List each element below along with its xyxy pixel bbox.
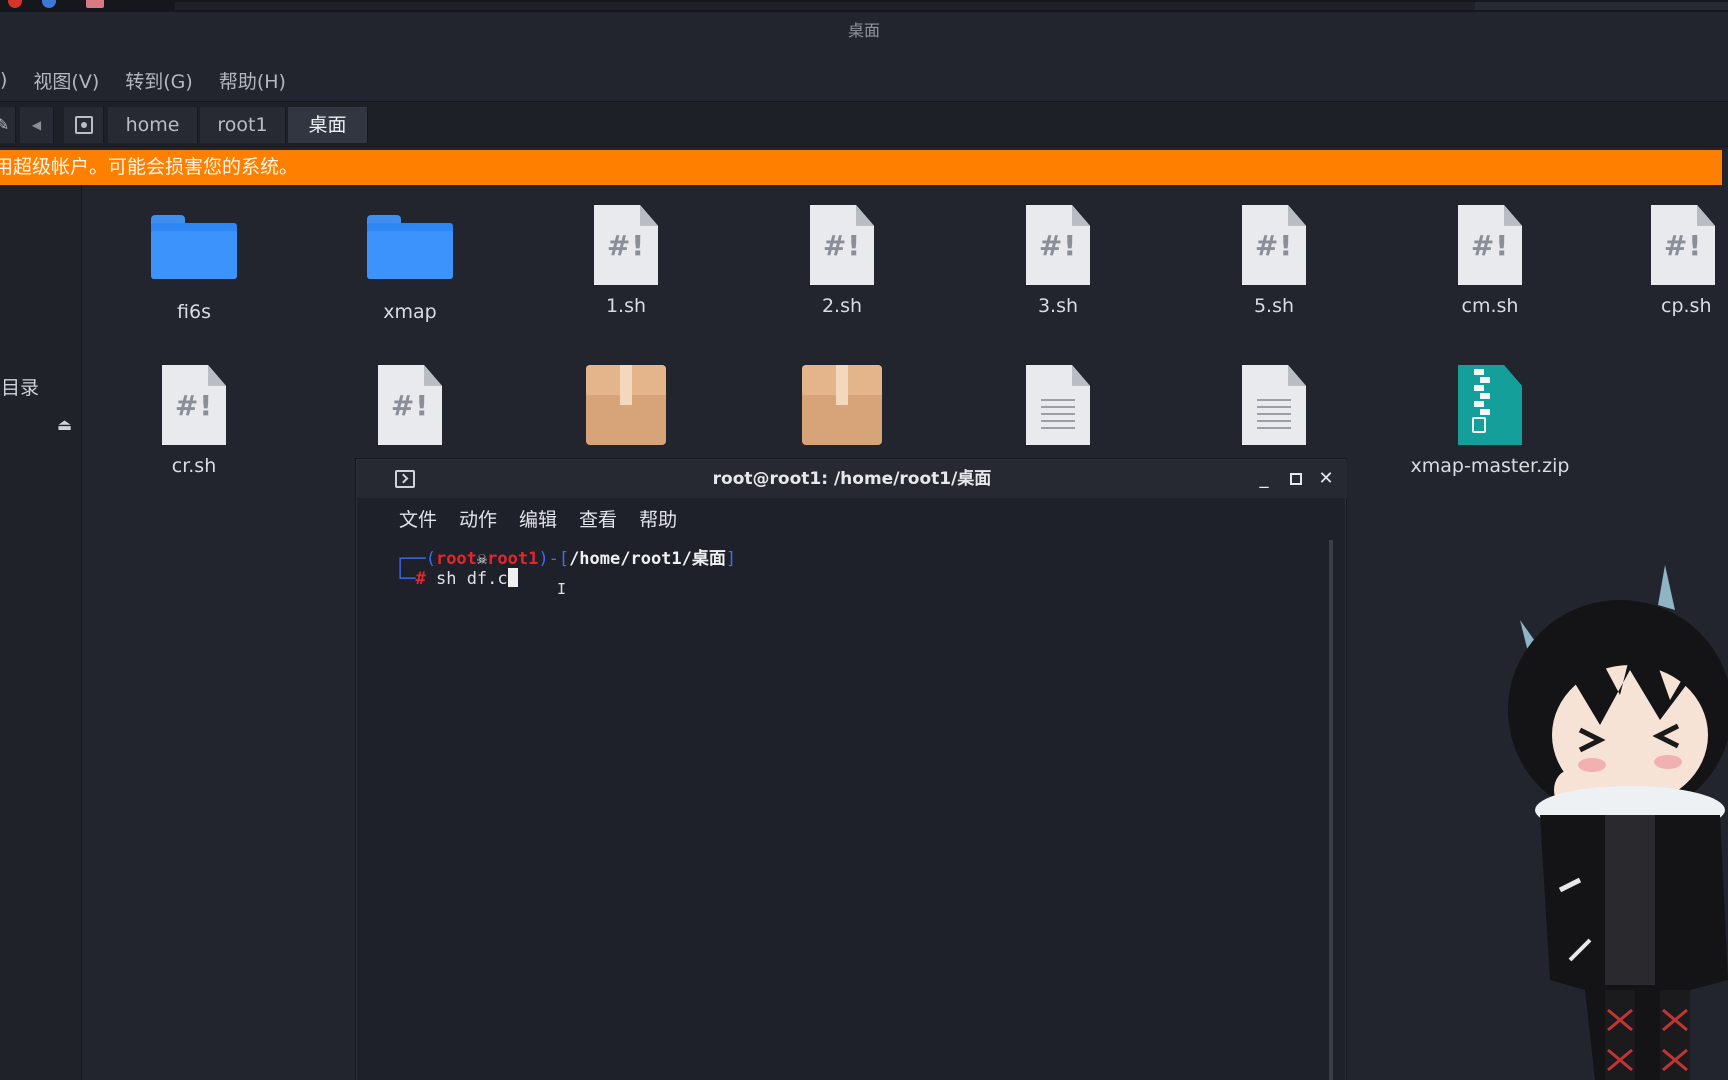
shell-script-icon: #! (594, 205, 658, 285)
folder-icon (367, 215, 453, 279)
app-dot-red-icon[interactable] (8, 0, 22, 8)
terminal-menu-action[interactable]: 动作 (459, 505, 497, 532)
file-item-2-sh[interactable]: #! 2.sh (747, 205, 937, 317)
shell-script-icon: #! (1242, 205, 1306, 285)
file-item-text-2[interactable] (1179, 365, 1369, 451)
package-icon (586, 365, 666, 445)
character-avatar-overlay (1508, 565, 1728, 1080)
file-item-text-1[interactable] (963, 365, 1153, 451)
window-title: 桌面 (847, 21, 880, 40)
path-segment-home[interactable]: home (108, 107, 198, 143)
skull-icon: ☠ (476, 549, 488, 569)
terminal-menu-bar: 文件 动作 编辑 查看 帮助 (357, 498, 1347, 538)
top-strip (0, 0, 1728, 12)
path-toggle-button[interactable]: ✎ (0, 107, 16, 143)
menu-help[interactable]: 帮助(H) (219, 67, 286, 94)
drive-icon[interactable] (64, 107, 104, 143)
minimize-icon[interactable]: _ (1253, 468, 1275, 490)
command-line[interactable]: └─# sh df.c (395, 568, 518, 589)
root-warning-banner: 用超级帐户。可能会损害您的系统。 (0, 150, 1722, 185)
path-segment-desktop[interactable]: 桌面 (288, 107, 368, 143)
prompt-host: root1 (487, 549, 539, 569)
shell-script-icon: #! (1651, 205, 1715, 285)
path-segment-root1[interactable]: root1 (200, 107, 286, 143)
back-button[interactable]: ◀ (20, 107, 54, 143)
sidebar: 根目录 ⏏ (0, 185, 82, 1080)
file-item-xmap[interactable]: xmap (315, 205, 505, 323)
shell-script-icon: #! (810, 205, 874, 285)
package-icon (802, 365, 882, 445)
shell-script-icon: #! (1026, 205, 1090, 285)
app-dot-blue-icon[interactable] (42, 0, 56, 8)
eject-icon[interactable]: ⏏ (57, 415, 72, 434)
zip-archive-icon (1458, 365, 1522, 445)
file-item-cp-sh[interactable]: #! cp.sh (1611, 205, 1728, 317)
menu-bar: ) 视图(V) 转到(G) 帮助(H) (0, 62, 286, 98)
app-dot-pink-icon[interactable] (86, 0, 104, 8)
file-item-cr-sh[interactable]: #! cr.sh (99, 365, 289, 477)
folder-icon (151, 215, 237, 279)
path-bar: ✎ ◀ home root1 桌面 (0, 101, 1728, 147)
close-icon[interactable]: ✕ (1315, 468, 1337, 490)
terminal-scrollbar[interactable] (1317, 540, 1345, 1080)
text-file-icon (1242, 365, 1306, 445)
file-item-df-sh[interactable]: #! (315, 365, 505, 455)
terminal-menu-help[interactable]: 帮助 (639, 505, 677, 532)
terminal-menu-edit[interactable]: 编辑 (519, 505, 557, 532)
menu-goto[interactable]: 转到(G) (125, 67, 193, 94)
file-item-1-sh[interactable]: #! 1.sh (531, 205, 721, 317)
terminal-window[interactable]: root@root1: /home/root1/桌面 _ ✕ 文件 动作 编辑 … (356, 459, 1347, 1080)
terminal-titlebar[interactable]: root@root1: /home/root1/桌面 _ ✕ (357, 460, 1347, 498)
menu-partial[interactable]: ) (0, 69, 7, 91)
taskbar-region (175, 2, 1475, 10)
text-cursor (507, 568, 518, 587)
prompt-user: root (435, 549, 477, 569)
file-item-archive-2[interactable] (747, 365, 937, 451)
menu-view[interactable]: 视图(V) (33, 67, 99, 94)
command-text: sh df.c (435, 569, 508, 589)
shell-script-icon: #! (1458, 205, 1522, 285)
sidebar-item-root[interactable]: 根目录 (0, 373, 39, 400)
file-item-xmap-master-zip[interactable]: xmap-master.zip (1395, 365, 1585, 477)
taskbar-region-right (1475, 2, 1728, 10)
file-item-fi6s[interactable]: fi6s (99, 205, 289, 323)
shell-script-icon: #! (162, 365, 226, 445)
prompt-path: /home/root1/桌面 (569, 549, 726, 569)
mouse-ibeam-icon: I (557, 580, 567, 598)
terminal-output[interactable]: ┌──(root☠root1)-[/home/root1/桌面] └─# sh … (357, 540, 1319, 1080)
maximize-icon[interactable] (1285, 468, 1307, 490)
shell-script-icon: #! (378, 365, 442, 445)
prompt-line: ┌──(root☠root1)-[/home/root1/桌面] (395, 549, 737, 569)
file-item-cm-sh[interactable]: #! cm.sh (1395, 205, 1585, 317)
terminal-menu-file[interactable]: 文件 (399, 505, 437, 532)
file-item-5-sh[interactable]: #! 5.sh (1179, 205, 1369, 317)
file-item-3-sh[interactable]: #! 3.sh (963, 205, 1153, 317)
file-item-archive-1[interactable] (531, 365, 721, 451)
text-file-icon (1026, 365, 1090, 445)
terminal-title: root@root1: /home/root1/桌面 (712, 469, 992, 489)
terminal-menu-view[interactable]: 查看 (579, 505, 617, 532)
